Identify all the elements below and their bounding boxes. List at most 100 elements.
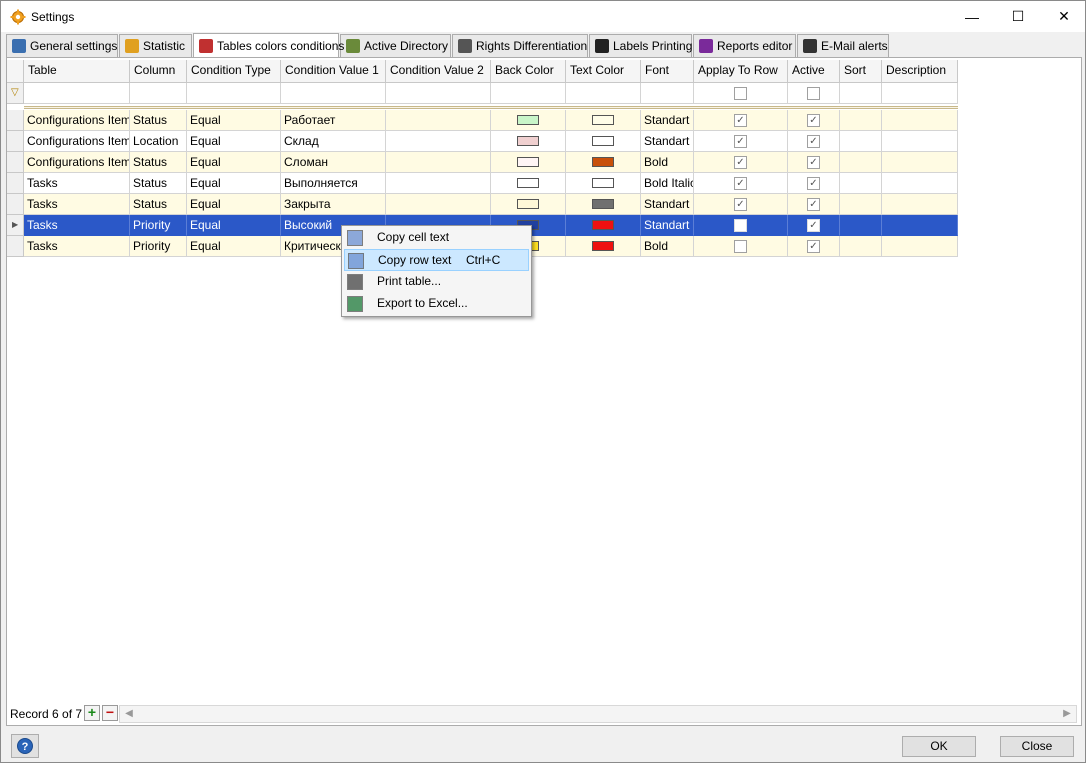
cell-apply-to-row[interactable] [694,215,788,236]
cell-active[interactable]: ✓ [788,173,840,194]
row-indicator[interactable] [7,152,24,173]
tab-labels-printing[interactable]: Labels Printing [589,34,692,57]
cell-description[interactable] [882,131,958,152]
menu-item-print-table[interactable]: Print table... [344,271,529,293]
cell-value2[interactable] [386,152,491,173]
filter-cell[interactable] [694,83,788,104]
minimize-button[interactable]: — [949,1,995,32]
tab-statistic[interactable]: Statistic [119,34,192,57]
table-row[interactable]: Tasks Status Equal Выполняется Bold Italic ✓ ✓ [7,173,958,194]
cell-active[interactable]: ✓ [788,131,840,152]
filter-cell[interactable] [566,83,641,104]
cell-sort[interactable] [840,152,882,173]
menu-item-export-to-excel[interactable]: Export to Excel... [344,293,529,315]
cell-table[interactable]: Configurations Items [24,110,130,131]
cell-apply-to-row[interactable]: ✓ [694,131,788,152]
horizontal-scrollbar[interactable]: ◀ ▶ [119,705,1077,723]
cell-value2[interactable] [386,194,491,215]
cell-font[interactable]: Standart [641,110,694,131]
tab-active-directory[interactable]: Active Directory [340,34,451,57]
active-checkbox[interactable]: ✓ [807,156,820,169]
cell-font[interactable]: Standart [641,194,694,215]
cell-value2[interactable] [386,131,491,152]
cell-font[interactable]: Standart [641,215,694,236]
table-row[interactable]: Tasks Status Equal Закрыта Standart ✓ ✓ [7,194,958,215]
apply-to-row-checkbox[interactable]: ✓ [734,156,747,169]
cell-apply-to-row[interactable]: ✓ [694,194,788,215]
cell-value1[interactable]: Закрыта [281,194,386,215]
tab-e-mail-alerts[interactable]: E-Mail alerts [797,34,889,57]
cell-sort[interactable] [840,110,882,131]
cell-table[interactable]: Configurations Items [24,131,130,152]
cell-sort[interactable] [840,236,882,257]
cell-text-color[interactable] [566,194,641,215]
cell-back-color[interactable] [491,110,566,131]
apply-to-row-checkbox[interactable]: ✓ [734,135,747,148]
cell-font[interactable]: Bold [641,236,694,257]
column-header[interactable]: Condition Type [187,60,281,83]
cell-font[interactable]: Bold Italic [641,173,694,194]
cell-column[interactable]: Location [130,131,187,152]
cell-value1[interactable]: Склад [281,131,386,152]
row-indicator[interactable] [7,173,24,194]
cell-active[interactable]: ✓ [788,236,840,257]
cell-description[interactable] [882,152,958,173]
cell-description[interactable] [882,194,958,215]
column-header[interactable]: Active [788,60,840,83]
tab-tables-colors-conditions[interactable]: Tables colors conditions [193,33,344,57]
cell-text-color[interactable] [566,152,641,173]
cell-description[interactable] [882,173,958,194]
cell-apply-to-row[interactable]: ✓ [694,110,788,131]
ok-button[interactable]: OK [902,736,976,757]
tab-rights-differentiation[interactable]: Rights Differentiation [452,34,588,57]
cell-description[interactable] [882,236,958,257]
maximize-button[interactable]: ☐ [995,1,1041,32]
active-checkbox[interactable]: ✓ [807,114,820,127]
filter-cell[interactable] [24,83,130,104]
active-checkbox[interactable]: ✓ [807,219,820,232]
column-header[interactable]: Condition Value 1 [281,60,386,83]
column-header[interactable]: Text Color [566,60,641,83]
cell-column[interactable]: Status [130,194,187,215]
column-header[interactable]: Table [24,60,130,83]
cell-column[interactable]: Priority [130,236,187,257]
cell-text-color[interactable] [566,173,641,194]
row-indicator[interactable] [7,131,24,152]
cell-text-color[interactable] [566,236,641,257]
cell-back-color[interactable] [491,194,566,215]
cell-column[interactable]: Status [130,173,187,194]
filter-cell[interactable] [130,83,187,104]
cell-active[interactable]: ✓ [788,152,840,173]
cell-back-color[interactable] [491,131,566,152]
cell-apply-to-row[interactable]: ✓ [694,152,788,173]
column-header[interactable]: Font [641,60,694,83]
cell-active[interactable]: ✓ [788,194,840,215]
cell-condition-type[interactable]: Equal [187,110,281,131]
cell-sort[interactable] [840,215,882,236]
column-header[interactable]: Column [130,60,187,83]
column-header[interactable]: Back Color [491,60,566,83]
active-checkbox[interactable]: ✓ [807,198,820,211]
cell-value1[interactable]: Выполняется [281,173,386,194]
cell-sort[interactable] [840,131,882,152]
cell-text-color[interactable] [566,110,641,131]
cell-sort[interactable] [840,194,882,215]
menu-item-copy-cell-text[interactable]: Copy cell text [344,227,529,249]
cell-condition-type[interactable]: Equal [187,215,281,236]
active-checkbox[interactable]: ✓ [807,135,820,148]
filter-cell[interactable] [386,83,491,104]
cell-table[interactable]: Tasks [24,215,130,236]
cell-value1[interactable]: Сломан [281,152,386,173]
table-row[interactable]: Configurations Items Status Equal Работает S… [7,110,958,131]
column-header[interactable]: Sort [840,60,882,83]
cell-back-color[interactable] [491,173,566,194]
cell-value2[interactable] [386,110,491,131]
cell-value1[interactable]: Работает [281,110,386,131]
menu-item-copy-row-text[interactable]: Copy row text Ctrl+C [344,249,529,271]
cell-table[interactable]: Configurations Items [24,152,130,173]
column-header[interactable]: Condition Value 2 [386,60,491,83]
table-row[interactable]: Configurations Items Status Equal Сломан Bol… [7,152,958,173]
filter-cell[interactable] [641,83,694,104]
cell-text-color[interactable] [566,131,641,152]
cell-condition-type[interactable]: Equal [187,131,281,152]
